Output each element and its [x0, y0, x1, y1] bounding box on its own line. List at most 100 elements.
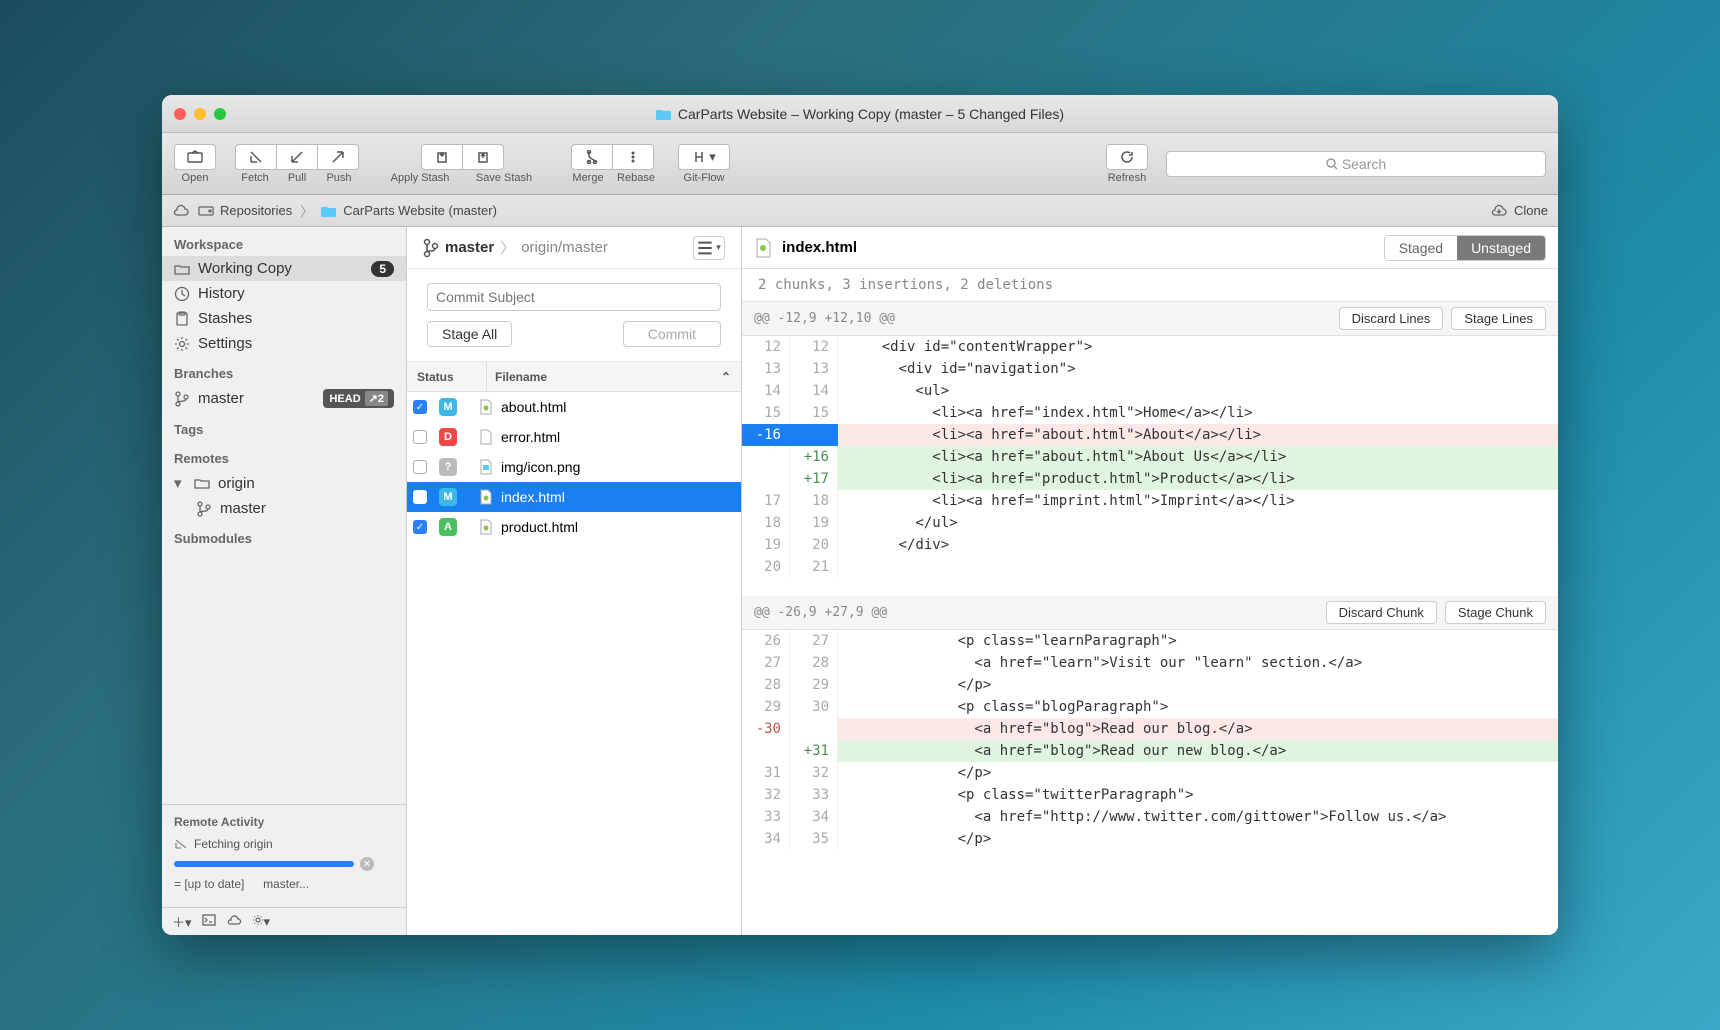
- add-menu-button[interactable]: ＋▾: [172, 912, 192, 931]
- clipboard-icon: [174, 311, 190, 327]
- file-checkbox[interactable]: [413, 430, 427, 444]
- diff-line[interactable]: 1414 <ul>: [742, 380, 1558, 402]
- search-icon: [1326, 158, 1338, 170]
- close-window-button[interactable]: [174, 108, 186, 120]
- gitflow-button[interactable]: ▾: [678, 144, 730, 170]
- activity-status: Fetching origin: [194, 837, 273, 851]
- stage-chunk-button[interactable]: Stage Chunk: [1445, 601, 1546, 624]
- pull-button[interactable]: [276, 144, 318, 170]
- file-row[interactable]: Mindex.html: [407, 482, 741, 512]
- traffic-lights: [174, 108, 226, 120]
- branch-icon: [196, 501, 212, 517]
- diff-line[interactable]: +17 <li><a href="product.html">Product</…: [742, 468, 1558, 490]
- diff-line[interactable]: 3334 <a href="http://www.twitter.com/git…: [742, 806, 1558, 828]
- diff-line[interactable]: +31 <a href="blog">Read our new blog.</a…: [742, 740, 1558, 762]
- staged-tab[interactable]: Staged: [1385, 236, 1457, 260]
- clone-button[interactable]: Clone: [1490, 203, 1548, 218]
- gear-menu-button[interactable]: ▾: [252, 914, 271, 930]
- rebase-button[interactable]: [612, 144, 654, 170]
- diff-line[interactable]: 1212 <div id="contentWrapper">: [742, 336, 1558, 358]
- sidebar: Workspace Working Copy 5 History Stashes…: [162, 227, 407, 935]
- diff-line[interactable]: 1515 <li><a href="index.html">Home</a></…: [742, 402, 1558, 424]
- gitflow-label: Git-Flow: [684, 172, 725, 184]
- refresh-label: Refresh: [1108, 172, 1147, 184]
- filename-column-header[interactable]: Filename: [495, 370, 547, 384]
- search-input[interactable]: Search: [1166, 151, 1546, 177]
- discard-lines-button[interactable]: Discard Lines: [1339, 307, 1444, 330]
- file-row[interactable]: ?img/icon.png: [407, 452, 741, 482]
- sidebar-branch-master[interactable]: master HEAD↗2: [162, 385, 406, 412]
- status-column-header[interactable]: Status: [407, 362, 487, 391]
- open-button[interactable]: [174, 144, 216, 170]
- minimize-window-button[interactable]: [194, 108, 206, 120]
- terminal-button[interactable]: [202, 914, 216, 929]
- file-checkbox[interactable]: [413, 400, 427, 414]
- save-stash-button[interactable]: [462, 144, 504, 170]
- file-checkbox[interactable]: [413, 490, 427, 504]
- refresh-button[interactable]: [1106, 144, 1148, 170]
- file-type-icon: [477, 459, 495, 475]
- open-icon: [187, 150, 203, 164]
- stage-lines-button[interactable]: Stage Lines: [1451, 307, 1546, 330]
- diff-line[interactable]: -16 <li><a href="about.html">About</a></…: [742, 424, 1558, 446]
- view-mode-button[interactable]: ▾: [693, 236, 725, 260]
- diff-line[interactable]: 2829 </p>: [742, 674, 1558, 696]
- sidebar-history[interactable]: History: [162, 281, 406, 306]
- path-current-repo[interactable]: CarParts Website (master): [321, 203, 497, 218]
- branch-tracking-row[interactable]: master 〉 origin/master ▾: [407, 227, 741, 269]
- gear-icon: [174, 336, 190, 352]
- cancel-activity-button[interactable]: ✕: [360, 857, 374, 871]
- diff-line[interactable]: 2021: [742, 556, 1558, 578]
- clock-icon: [174, 286, 190, 302]
- path-repositories[interactable]: Repositories: [198, 203, 292, 218]
- file-status-badge: M: [439, 398, 457, 416]
- diff-line[interactable]: 1819 </ul>: [742, 512, 1558, 534]
- diff-line[interactable]: 2728 <a href="learn">Visit our "learn" s…: [742, 652, 1558, 674]
- diff-line[interactable]: 3233 <p class="twitterParagraph">: [742, 784, 1558, 806]
- diff-line[interactable]: 2627 <p class="learnParagraph">: [742, 630, 1558, 652]
- diff-line[interactable]: 1718 <li><a href="imprint.html">Imprint<…: [742, 490, 1558, 512]
- stage-all-button[interactable]: Stage All: [427, 321, 512, 347]
- hunk-header: @@ -12,9 +12,10 @@Discard LinesStage Lin…: [742, 302, 1558, 336]
- diff-body: @@ -12,9 +12,10 @@Discard LinesStage Lin…: [742, 302, 1558, 850]
- pull-label: Pull: [276, 172, 318, 184]
- path-cloud[interactable]: [172, 204, 190, 218]
- remote-activity: Remote Activity Fetching origin ✕ = [up …: [162, 804, 406, 907]
- sidebar-remote-branch-master[interactable]: master: [162, 496, 406, 521]
- discard-chunk-button[interactable]: Discard Chunk: [1326, 601, 1437, 624]
- diff-filename: index.html: [782, 239, 857, 256]
- diff-line[interactable]: 1313 <div id="navigation">: [742, 358, 1558, 380]
- diff-line[interactable]: +16 <li><a href="about.html">About Us</a…: [742, 446, 1558, 468]
- sort-button[interactable]: ⌃: [721, 370, 731, 384]
- file-checkbox[interactable]: [413, 460, 427, 474]
- sidebar-settings[interactable]: Settings: [162, 331, 406, 356]
- file-name: error.html: [501, 429, 560, 445]
- file-row[interactable]: Mabout.html: [407, 392, 741, 422]
- diff-stage-toggle: Staged Unstaged: [1384, 235, 1546, 261]
- diff-line[interactable]: -30 <a href="blog">Read our blog.</a>: [742, 718, 1558, 740]
- titlebar[interactable]: CarParts Website – Working Copy (master …: [162, 95, 1558, 133]
- file-row[interactable]: Derror.html: [407, 422, 741, 452]
- diff-line[interactable]: 1920 </div>: [742, 534, 1558, 556]
- commit-subject-input[interactable]: [427, 283, 721, 311]
- disclosure-triangle-icon[interactable]: ▾: [174, 474, 186, 492]
- merge-button[interactable]: [571, 144, 613, 170]
- diff-line[interactable]: 2930 <p class="blogParagraph">: [742, 696, 1558, 718]
- zoom-window-button[interactable]: [214, 108, 226, 120]
- sidebar-working-copy[interactable]: Working Copy 5: [162, 256, 406, 281]
- save-stash-icon: [476, 150, 490, 164]
- fetch-button[interactable]: [235, 144, 277, 170]
- file-checkbox[interactable]: [413, 520, 427, 534]
- merge-icon: [585, 150, 599, 164]
- diff-line[interactable]: 3435 </p>: [742, 828, 1558, 850]
- push-button[interactable]: [317, 144, 359, 170]
- unstaged-tab[interactable]: Unstaged: [1457, 236, 1545, 260]
- commit-button[interactable]: Commit: [623, 321, 721, 347]
- sidebar-remote-origin[interactable]: ▾ origin: [162, 470, 406, 496]
- file-row[interactable]: Aproduct.html: [407, 512, 741, 542]
- apply-stash-button[interactable]: [421, 144, 463, 170]
- sidebar-stashes[interactable]: Stashes: [162, 306, 406, 331]
- diff-line[interactable]: 3132 </p>: [742, 762, 1558, 784]
- cloud-button[interactable]: [226, 914, 242, 929]
- changes-badge: 5: [371, 261, 394, 277]
